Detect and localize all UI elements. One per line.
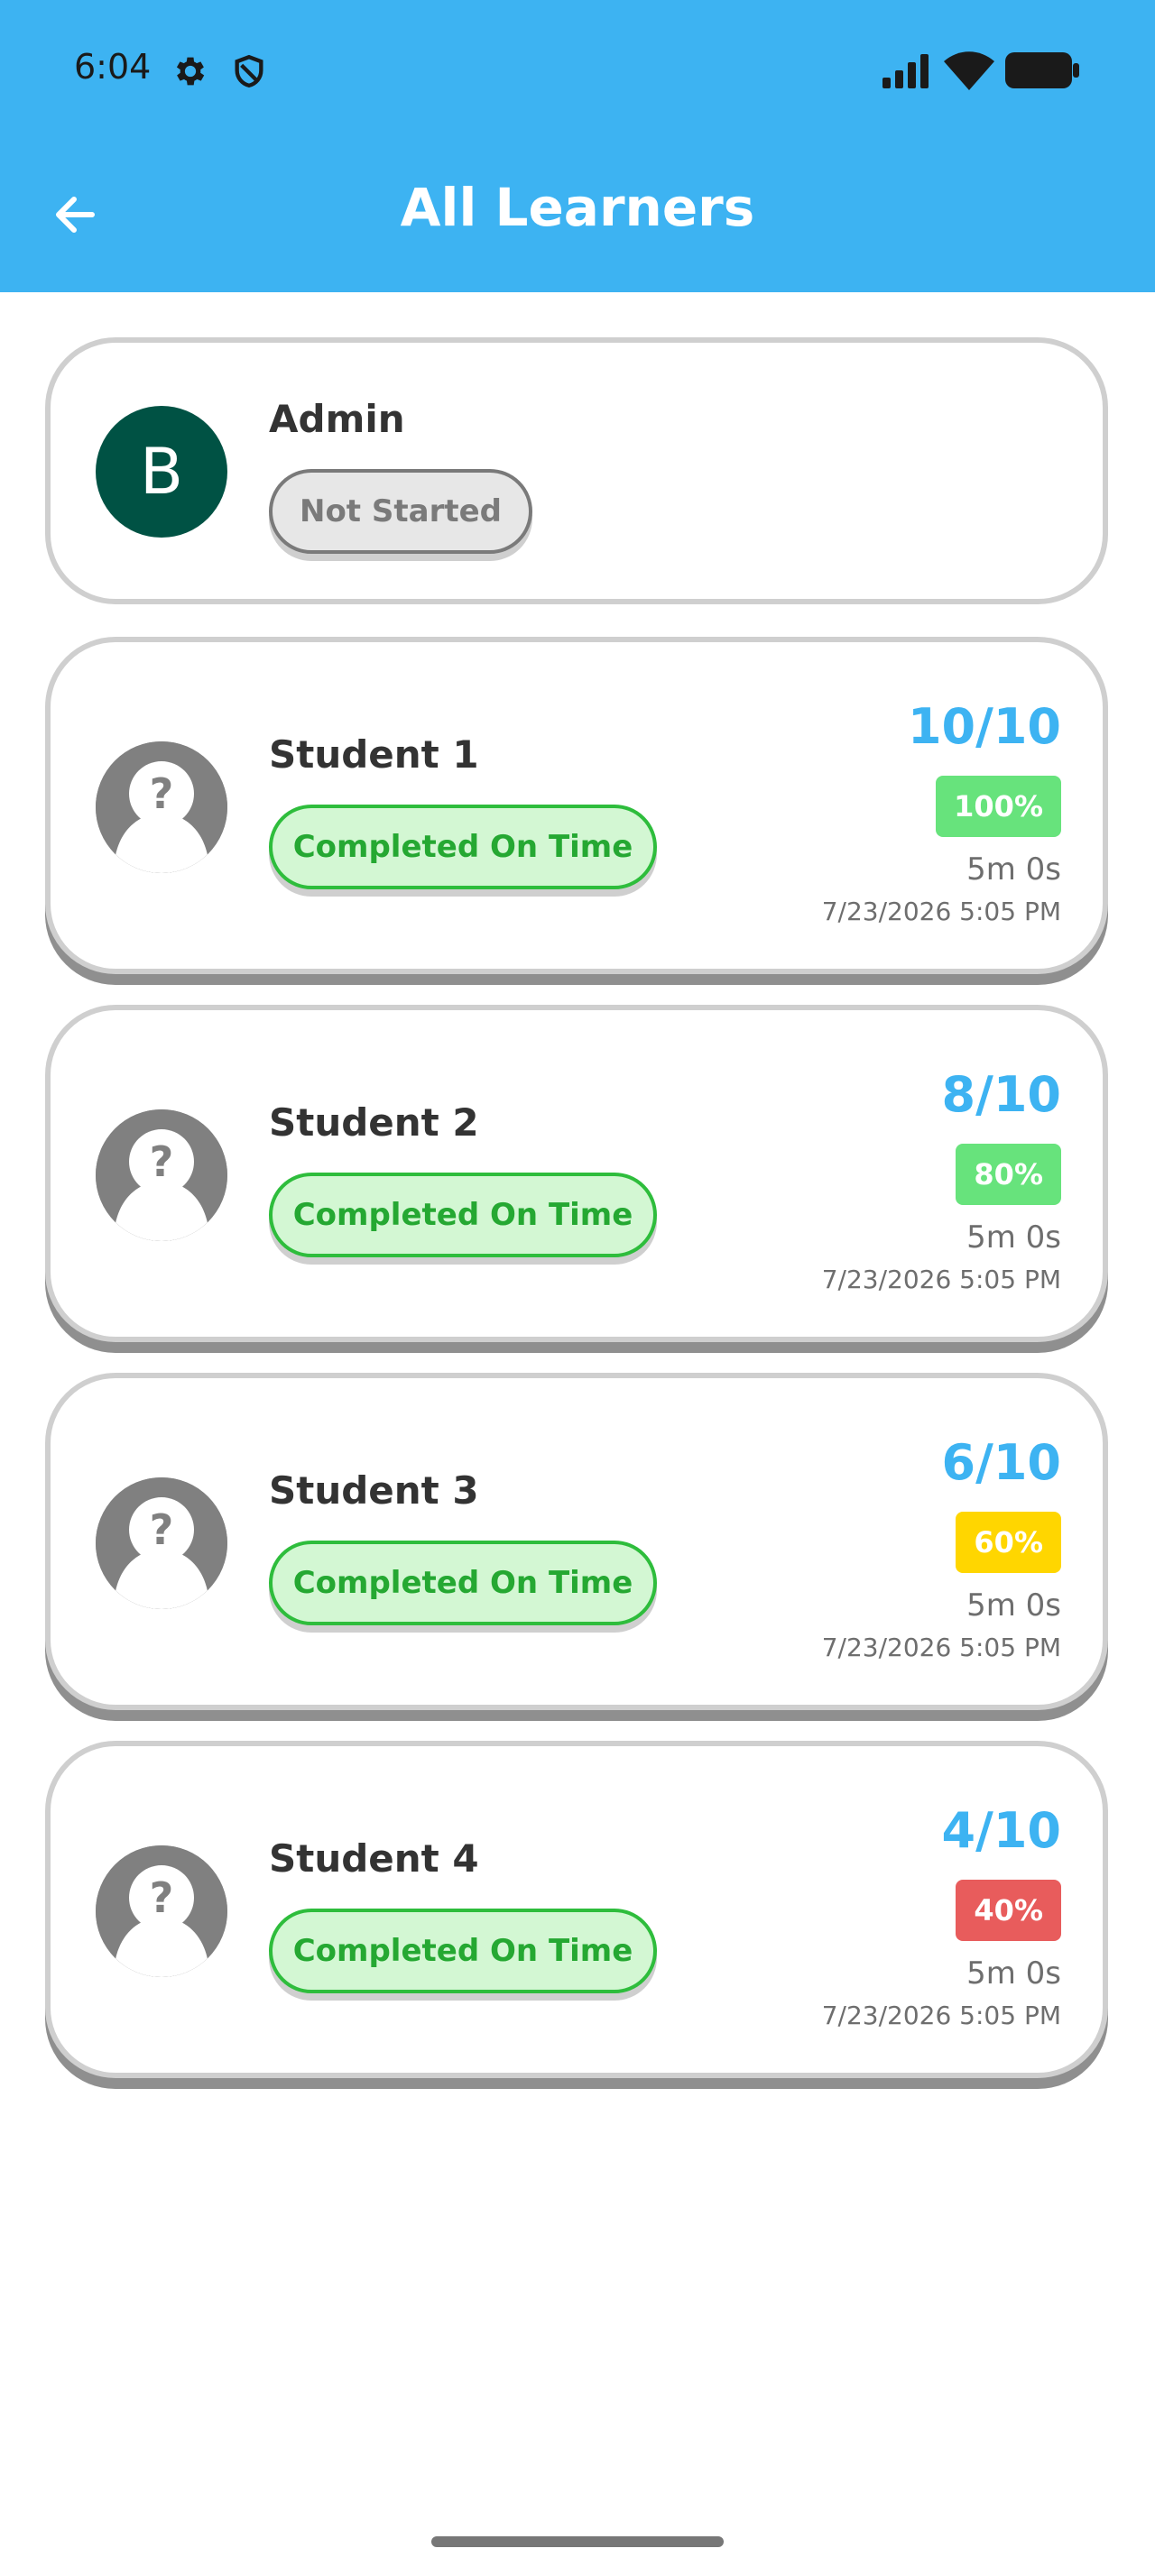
percent-badge: 40% <box>956 1880 1061 1941</box>
admin-card[interactable]: B Admin Not Started <box>45 337 1108 604</box>
unknown-user-icon: ? <box>96 1109 227 1241</box>
completion-date: 7/23/2026 5:05 PM <box>821 2001 1061 2030</box>
score: 8/10 <box>941 1066 1061 1123</box>
status-bar: 6:04 <box>0 0 1155 140</box>
learner-card[interactable]: ? Student 3 Completed On Time 6/10 60% 5… <box>45 1373 1108 1710</box>
settings-icon <box>176 57 205 86</box>
percent-badge: 60% <box>956 1512 1061 1573</box>
signal-icon <box>882 54 929 88</box>
status-badge: Completed On Time <box>269 1173 657 1257</box>
wifi-icon <box>944 51 994 90</box>
svg-text:?: ? <box>150 1873 174 1922</box>
completion-date: 7/23/2026 5:05 PM <box>821 897 1061 926</box>
learner-card[interactable]: ? Student 4 Completed On Time 4/10 40% 5… <box>45 1741 1108 2078</box>
status-badge: Completed On Time <box>269 1541 657 1625</box>
learner-name: Student 1 <box>269 732 479 777</box>
learner-name: Student 3 <box>269 1468 479 1513</box>
duration: 5m 0s <box>966 1955 1061 1992</box>
score: 6/10 <box>941 1434 1061 1491</box>
status-badge: Not Started <box>269 469 532 554</box>
percent-badge: 100% <box>936 776 1061 837</box>
completion-date: 7/23/2026 5:05 PM <box>821 1633 1061 1662</box>
duration: 5m 0s <box>966 851 1061 888</box>
unknown-user-icon: ? <box>96 1477 227 1609</box>
duration: 5m 0s <box>966 1587 1061 1624</box>
learner-card[interactable]: ? Student 2 Completed On Time 8/10 80% 5… <box>45 1005 1108 1342</box>
home-indicator[interactable] <box>431 2536 724 2547</box>
avatar: B <box>96 406 227 538</box>
svg-text:?: ? <box>150 769 174 818</box>
unknown-user-icon: ? <box>96 741 227 873</box>
status-badge: Completed On Time <box>269 805 657 889</box>
unknown-user-icon: ? <box>96 1845 227 1977</box>
learner-name: Student 2 <box>269 1100 479 1145</box>
shield-icon <box>235 54 263 88</box>
learner-name: Student 4 <box>269 1836 479 1881</box>
percent-badge: 80% <box>956 1144 1061 1205</box>
app-header: 6:04 All Learners <box>0 0 1155 292</box>
duration: 5m 0s <box>966 1219 1061 1256</box>
status-badge: Completed On Time <box>269 1909 657 1993</box>
score: 4/10 <box>941 1802 1061 1859</box>
page-title: All Learners <box>400 177 755 238</box>
status-time: 6:04 <box>74 47 152 87</box>
svg-text:?: ? <box>150 1505 174 1554</box>
completion-date: 7/23/2026 5:05 PM <box>821 1265 1061 1294</box>
svg-text:?: ? <box>150 1137 174 1186</box>
battery-icon <box>1005 52 1079 88</box>
learner-name: Admin <box>269 397 405 441</box>
score: 10/10 <box>907 698 1061 755</box>
learner-card[interactable]: ? Student 1 Completed On Time 10/10 100%… <box>45 637 1108 974</box>
